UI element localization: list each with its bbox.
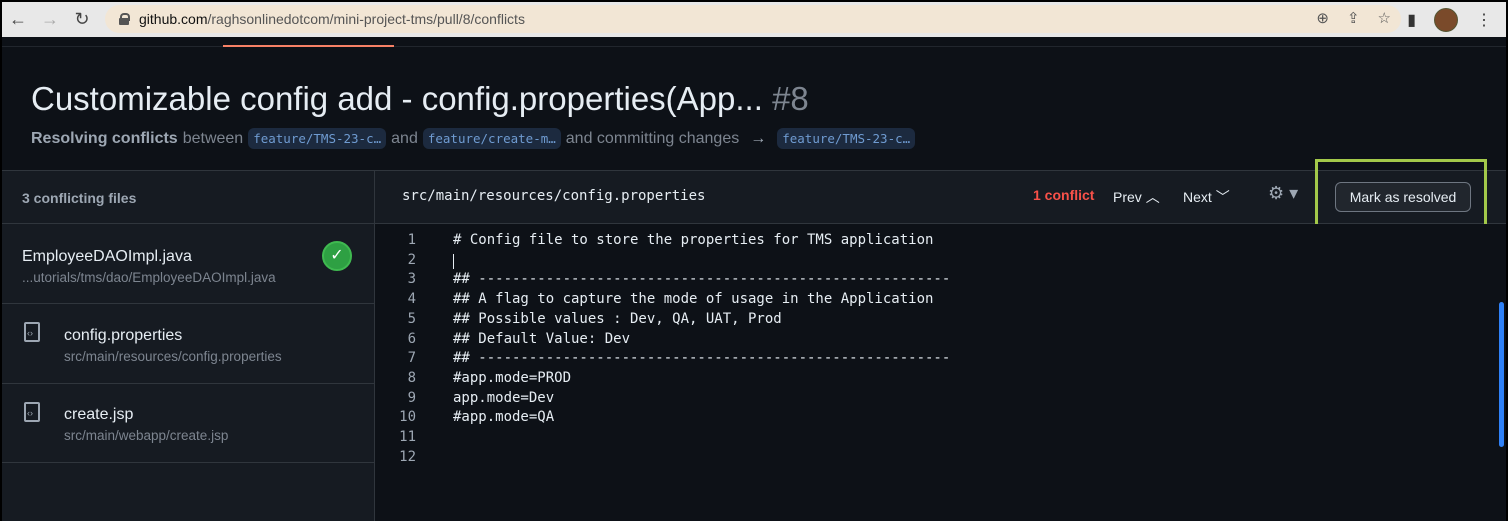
arrow-right-icon: → — [750, 129, 767, 147]
conflicting-files-sidebar: 3 conflicting files EmployeeDAOImpl.java… — [2, 171, 375, 521]
file-path: src/main/resources/config.properties — [64, 349, 282, 364]
scrollbar-thumb[interactable] — [1499, 302, 1504, 447]
back-icon[interactable]: ← — [2, 9, 34, 30]
head-branch-label[interactable]: feature/TMS-23-c… — [248, 128, 387, 149]
menu-kebab-icon[interactable]: ⋮ — [1476, 10, 1492, 30]
code-line[interactable]: 11 — [375, 429, 1475, 449]
code-line[interactable]: 7 ## ------------------------------------… — [375, 350, 1475, 370]
active-tab-underline — [223, 45, 394, 47]
between-text: between — [182, 129, 244, 147]
and-text: and — [391, 129, 418, 147]
side-panel-icon[interactable]: ▮ — [1407, 10, 1416, 30]
resolving-label: Resolving conflicts — [31, 129, 178, 147]
forward-icon[interactable]: → — [34, 9, 66, 30]
chevron-down-icon: ﹀ — [1215, 189, 1230, 205]
line-number: 2 — [407, 251, 416, 268]
next-label: Next — [1183, 189, 1212, 205]
code-line[interactable]: 9 app.mode=Dev — [375, 390, 1475, 410]
code-line[interactable]: 8 #app.mode=PROD — [375, 370, 1475, 390]
prev-conflict-button[interactable]: Prev ︿ — [1113, 187, 1160, 207]
line-number: 8 — [407, 369, 416, 386]
chevron-up-icon: ︿ — [1145, 189, 1160, 205]
url-text: github.com/raghsonlinedotcom/mini-projec… — [139, 11, 525, 27]
address-bar[interactable]: github.com/raghsonlinedotcom/mini-projec… — [105, 5, 1401, 33]
file-name: config.properties — [64, 327, 183, 344]
code-text: ## Default Value: Dev — [453, 330, 631, 347]
code-text: ## -------------------------------------… — [453, 271, 951, 288]
line-number: 3 — [407, 271, 416, 288]
annotation-highlight-box — [1315, 159, 1487, 231]
file-item-config-properties[interactable]: config.properties src/main/resources/con… — [2, 304, 374, 382]
browser-toolbar: ← → ↻ github.com/raghsonlinedotcom/mini-… — [2, 2, 1506, 37]
text-cursor — [453, 253, 454, 269]
code-editor[interactable]: 1 # Config file to store the properties f… — [375, 224, 1506, 521]
share-icon[interactable]: ⇪ — [1347, 9, 1360, 27]
line-number: 6 — [407, 330, 416, 347]
file-path: src/main/webapp/create.jsp — [64, 428, 229, 443]
conflict-count: 1 conflict — [1033, 187, 1095, 203]
code-text: ## A flag to capture the mode of usage i… — [453, 291, 934, 308]
code-line[interactable]: 5 ## Possible values : Dev, QA, UAT, Prod — [375, 311, 1475, 331]
zoom-icon[interactable]: ⊕ — [1316, 9, 1329, 27]
target-branch-label[interactable]: feature/TMS-23-c… — [777, 128, 916, 149]
avatar[interactable] — [1434, 8, 1458, 32]
code-text: #app.mode=PROD — [453, 369, 572, 386]
line-number: 5 — [407, 310, 416, 327]
line-number: 9 — [407, 389, 416, 406]
file-code-icon — [24, 402, 40, 422]
editor-file-path: src/main/resources/config.properties — [402, 188, 706, 204]
code-text: # Config file to store the properties fo… — [453, 232, 934, 248]
file-item-create-jsp[interactable]: create.jsp src/main/webapp/create.jsp — [2, 384, 374, 462]
code-line[interactable]: 4 ## A flag to capture the mode of usage … — [375, 291, 1475, 311]
line-number: 1 — [407, 232, 416, 248]
code-text: ## -------------------------------------… — [453, 350, 951, 367]
code-text: #app.mode=QA — [453, 409, 555, 426]
line-number: 7 — [407, 350, 416, 367]
code-line[interactable]: 2 — [375, 252, 1475, 272]
code-text: app.mode=Dev — [453, 389, 555, 406]
code-line[interactable]: 12 — [375, 449, 1475, 469]
lock-icon — [119, 13, 130, 25]
line-number: 12 — [399, 448, 416, 465]
gear-icon[interactable]: ⚙ ▾ — [1268, 183, 1298, 204]
code-line[interactable]: 6 ## Default Value: Dev — [375, 331, 1475, 351]
sidebar-divider — [2, 462, 374, 463]
reload-icon[interactable]: ↻ — [66, 9, 98, 30]
file-path: ...utorials/tms/dao/EmployeeDAOImpl.java — [22, 270, 276, 285]
prev-label: Prev — [1113, 189, 1142, 205]
file-item-employee-dao[interactable]: EmployeeDAOImpl.java ...utorials/tms/dao… — [2, 224, 374, 302]
code-line[interactable]: 10 #app.mode=QA — [375, 409, 1475, 429]
code-text: ## Possible values : Dev, QA, UAT, Prod — [453, 310, 782, 327]
next-conflict-button[interactable]: Next ﹀ — [1183, 187, 1230, 207]
page-title: Customizable config add - config.propert… — [31, 80, 809, 118]
committing-text: and committing changes — [565, 129, 740, 147]
base-branch-label[interactable]: feature/create-m… — [422, 128, 561, 149]
pr-number: #8 — [772, 80, 809, 117]
conflicting-files-header: 3 conflicting files — [22, 190, 137, 206]
code-line[interactable]: 3 ## ------------------------------------… — [375, 271, 1475, 291]
line-number: 11 — [399, 429, 416, 445]
resolving-subline: Resolving conflicts between feature/TMS-… — [31, 128, 916, 149]
pr-title-text: Customizable config add - config.propert… — [31, 80, 763, 117]
line-number: 4 — [407, 291, 416, 308]
file-name: create.jsp — [64, 406, 134, 423]
code-line[interactable]: 1 # Config file to store the properties f… — [375, 232, 1475, 252]
check-icon: ✓ — [322, 241, 352, 271]
bookmark-star-icon[interactable]: ☆ — [1378, 9, 1391, 27]
line-number: 10 — [399, 409, 416, 426]
file-code-icon — [24, 322, 40, 342]
file-name: EmployeeDAOImpl.java — [22, 248, 192, 265]
